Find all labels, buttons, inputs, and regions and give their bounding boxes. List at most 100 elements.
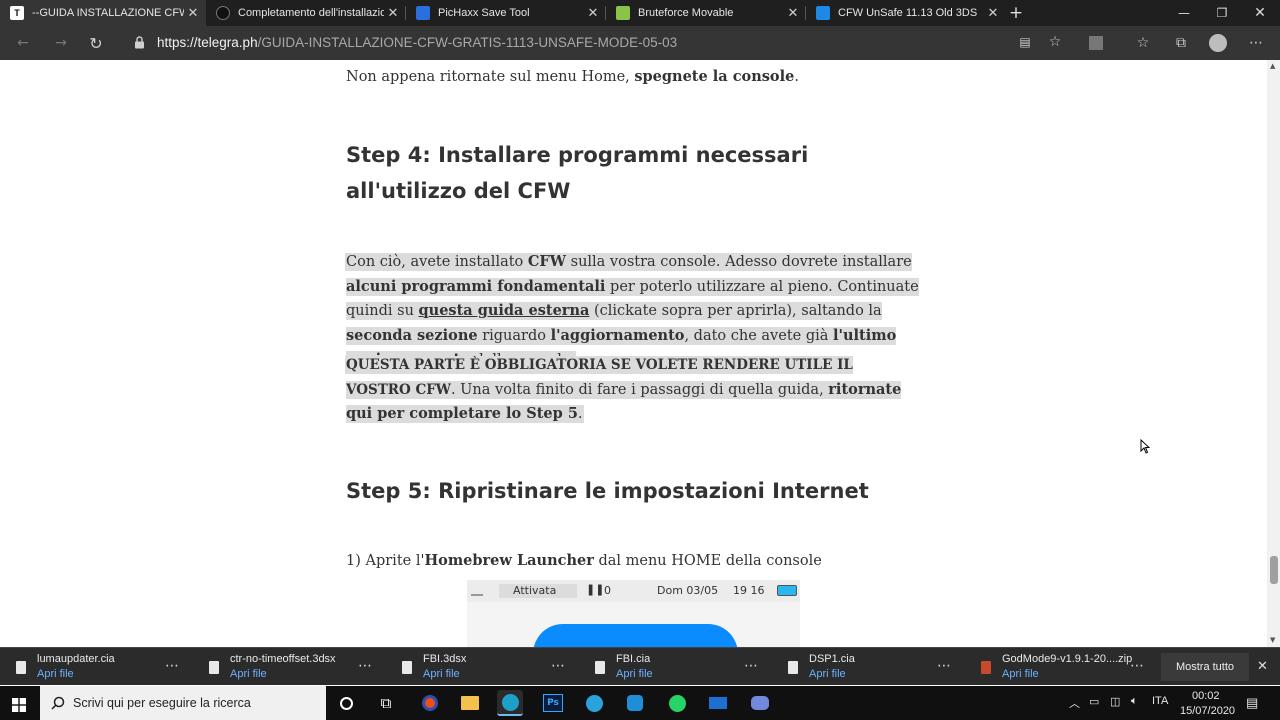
whatsapp-icon[interactable] bbox=[664, 690, 690, 716]
instagram-icon[interactable] bbox=[622, 690, 648, 716]
open-file-link[interactable]: Apri file bbox=[230, 668, 267, 680]
scroll-up-arrow-icon[interactable]: ▲ bbox=[1270, 62, 1275, 70]
text: riguardo bbox=[477, 327, 551, 344]
input-language[interactable]: ITA bbox=[1152, 695, 1168, 707]
close-window-icon[interactable]: ✕ bbox=[1242, 0, 1278, 26]
more-options-icon[interactable]: ⋯ bbox=[358, 658, 373, 674]
bruteforce-favicon-icon bbox=[616, 6, 630, 20]
back-icon[interactable]: ← bbox=[12, 32, 34, 54]
collections-icon[interactable]: ⧉ bbox=[1170, 32, 1192, 54]
download-item[interactable]: FBI.3dsx Apri file ⋯ bbox=[386, 648, 576, 686]
app-3ds-icon[interactable] bbox=[417, 690, 443, 716]
tab-bruteforce[interactable]: Bruteforce Movable ✕ bbox=[606, 0, 806, 26]
mouse-cursor-icon bbox=[1140, 439, 1150, 454]
settings-more-icon[interactable]: ⋯ bbox=[1245, 32, 1267, 54]
signal-icon bbox=[471, 586, 483, 596]
tab-title: Bruteforce Movable bbox=[638, 7, 734, 19]
tab-pichaxx[interactable]: PicHaxx Save Tool ✕ bbox=[406, 0, 606, 26]
downloads-bar: lumaupdater.cia Apri file ⋯ ctr-no-timeo… bbox=[0, 647, 1280, 685]
tab-guida[interactable]: T --GUIDA INSTALLAZIONE CFW GRATIS ✕ bbox=[0, 0, 206, 26]
text: . Una volta finito di fare i passaggi di… bbox=[450, 381, 829, 398]
3ds-time: 19 16 bbox=[733, 584, 765, 597]
volume-icon[interactable]: 🔈︎ bbox=[1131, 695, 1138, 708]
open-file-link[interactable]: Apri file bbox=[423, 668, 460, 680]
download-item[interactable]: FBI.cia Apri file ⋯ bbox=[579, 648, 769, 686]
favorite-star-icon[interactable]: ☆ bbox=[1044, 31, 1066, 53]
open-file-link[interactable]: Apri file bbox=[616, 668, 653, 680]
reader-view-icon[interactable]: ▤ bbox=[1014, 31, 1036, 53]
new-tab-icon[interactable]: + bbox=[998, 0, 1034, 26]
mail-icon[interactable] bbox=[705, 690, 731, 716]
network-icon[interactable]: ◫ bbox=[1110, 695, 1120, 708]
taskbar-search-box[interactable]: Scrivi qui per eseguire la ricerca bbox=[40, 686, 326, 720]
telegram-icon[interactable] bbox=[581, 690, 607, 716]
file-icon bbox=[209, 661, 219, 674]
extension-icon[interactable] bbox=[1085, 32, 1107, 54]
refresh-icon[interactable]: ↻ bbox=[85, 32, 107, 54]
open-file-link[interactable]: Apri file bbox=[809, 668, 846, 680]
text: , dato che avete già bbox=[684, 327, 834, 344]
url-scheme: https:// bbox=[157, 35, 198, 50]
open-file-link[interactable]: Apri file bbox=[1002, 668, 1039, 680]
clock-time[interactable]: 00:02 bbox=[1192, 690, 1220, 702]
tab-completamento[interactable]: Completamento dell'installazione ✕ bbox=[206, 0, 406, 26]
download-item[interactable]: DSP1.cia Apri file ⋯ bbox=[772, 648, 962, 686]
download-filename: GodMode9-v1.9.1-20....zip bbox=[1002, 653, 1132, 665]
url-path: /GUIDA-INSTALLAZIONE-CFW-GRATIS-1113-UNS… bbox=[257, 35, 678, 50]
close-tab-icon[interactable]: ✕ bbox=[384, 5, 402, 21]
url-text[interactable]: https://telegra.ph/GUIDA-INSTALLAZIONE-C… bbox=[157, 35, 677, 50]
file-icon bbox=[788, 661, 798, 674]
lock-icon[interactable] bbox=[128, 31, 150, 53]
text: dal menu HOME della console bbox=[593, 553, 822, 569]
windows-taskbar: Scrivi qui per eseguire la ricerca ⧉ Ps … bbox=[0, 686, 1280, 720]
navigation-toolbar: ← → ↻ https://telegra.ph/GUIDA-INSTALLAZ… bbox=[0, 26, 1280, 60]
close-tab-icon[interactable]: ✕ bbox=[184, 5, 202, 21]
battery-tray-icon[interactable]: ▭ bbox=[1089, 695, 1099, 708]
page-scrollbar[interactable]: ▲ ▼ bbox=[1267, 60, 1280, 647]
show-all-downloads-button[interactable]: Mostra tutto bbox=[1161, 653, 1249, 681]
open-file-link[interactable]: Apri file bbox=[37, 668, 74, 680]
discord-icon[interactable] bbox=[747, 690, 773, 716]
download-filename: FBI.3dsx bbox=[423, 653, 467, 665]
favorites-icon[interactable]: ☆ bbox=[1132, 32, 1154, 54]
edge-browser-icon[interactable] bbox=[497, 690, 523, 716]
tab-cfw-unsafe[interactable]: CFW UnSafe 11.13 Old 3DS ✕ bbox=[806, 0, 1006, 26]
clock-date[interactable]: 15/07/2020 bbox=[1180, 705, 1235, 717]
task-view-icon[interactable]: ⧉ bbox=[373, 690, 399, 716]
download-filename: DSP1.cia bbox=[809, 653, 855, 665]
download-item[interactable]: GodMode9-v1.9.1-20....zip Apri file ⋯ bbox=[965, 648, 1155, 686]
cortana-icon[interactable] bbox=[333, 690, 359, 716]
close-tab-icon[interactable]: ✕ bbox=[784, 5, 802, 21]
paragraph-step-5-item-1: 1) Aprite l'Homebrew Launcher dal menu H… bbox=[346, 549, 921, 574]
download-item[interactable]: ctr-no-timeoffset.3dsx Apri file ⋯ bbox=[193, 648, 383, 686]
notifications-icon[interactable]: ▤ bbox=[1246, 695, 1258, 711]
more-options-icon[interactable]: ⋯ bbox=[937, 658, 952, 674]
heading-step-4: Step 4: Installare programmi necessari a… bbox=[346, 143, 809, 203]
text: sulla vostra console. Adesso dovrete ins… bbox=[566, 254, 912, 270]
bold-text: l'aggiornamento bbox=[550, 326, 685, 344]
close-tab-icon[interactable]: ✕ bbox=[584, 5, 602, 21]
scrollbar-thumb[interactable] bbox=[1270, 556, 1278, 584]
show-hidden-icons-icon[interactable]: ︿ bbox=[1069, 695, 1080, 711]
restore-icon[interactable]: ❐ bbox=[1204, 0, 1240, 26]
external-guide-link[interactable]: questa guida esterna bbox=[419, 302, 590, 319]
heading-step-5: Step 5: Ripristinare le impostazioni Int… bbox=[346, 479, 869, 503]
close-downloads-bar-icon[interactable]: ✕ bbox=[1257, 659, 1268, 674]
more-options-icon[interactable]: ⋯ bbox=[551, 658, 566, 674]
download-item[interactable]: lumaupdater.cia Apri file ⋯ bbox=[0, 648, 190, 686]
scroll-down-arrow-icon[interactable]: ▼ bbox=[1270, 636, 1275, 644]
forward-icon[interactable]: → bbox=[50, 32, 72, 54]
photoshop-icon[interactable]: Ps bbox=[540, 690, 566, 716]
windows-start-icon[interactable] bbox=[12, 697, 26, 712]
more-options-icon[interactable]: ⋯ bbox=[744, 658, 759, 674]
more-options-icon[interactable]: ⋯ bbox=[1130, 658, 1145, 674]
profile-avatar-icon[interactable] bbox=[1207, 32, 1229, 54]
more-options-icon[interactable]: ⋯ bbox=[165, 658, 180, 674]
file-icon bbox=[402, 661, 412, 674]
3ds-status-bar: Attivata ❚❚ 0 Dom 03/05 19 16 bbox=[467, 580, 800, 602]
page-content: Non appena ritornate sul menu Home, speg… bbox=[0, 60, 1267, 647]
file-explorer-icon[interactable] bbox=[457, 690, 483, 716]
bold-text: CFW bbox=[527, 253, 567, 270]
address-bar[interactable]: https://telegra.ph/GUIDA-INSTALLAZIONE-C… bbox=[120, 29, 1076, 56]
minimize-icon[interactable]: — bbox=[1166, 0, 1202, 26]
